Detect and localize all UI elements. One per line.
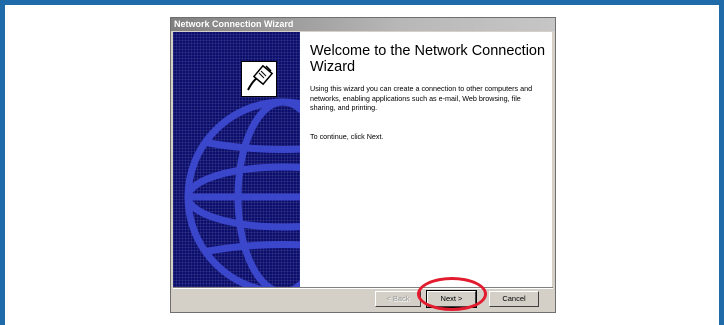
button-separator: [173, 287, 553, 289]
wizard-heading: Welcome to the Network Connection Wizard: [310, 43, 546, 75]
network-connection-wizard-dialog: Network Connection Wizard Welcome to the…: [171, 18, 555, 312]
intro-text: Using this wizard you can create a conne…: [310, 84, 533, 112]
next-button[interactable]: Next >: [427, 291, 476, 307]
back-button[interactable]: < Back: [375, 291, 421, 307]
wizard-content: Welcome to the Network Connection Wizard…: [300, 32, 552, 287]
title-bar: Network Connection Wizard: [171, 18, 555, 31]
cancel-button[interactable]: Cancel: [489, 291, 539, 307]
wizard-side-panel: [173, 32, 300, 287]
continue-instruction: To continue, click Next.: [310, 132, 384, 141]
window-title: Network Connection Wizard: [174, 19, 294, 29]
network-plug-icon: [241, 61, 277, 97]
globe-graphic: [184, 98, 300, 287]
